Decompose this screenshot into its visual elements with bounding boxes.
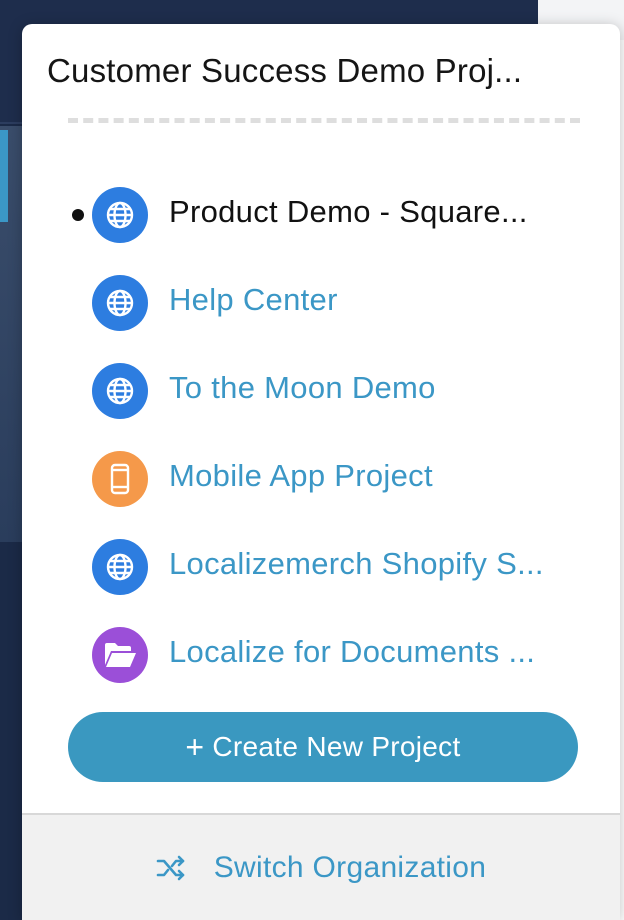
project-item-product-demo[interactable]: Product Demo - Square... (22, 170, 620, 258)
folder-open-icon (92, 627, 148, 683)
globe-icon (92, 275, 148, 331)
plus-icon: + (185, 729, 205, 765)
switch-organization-label: Switch Organization (213, 850, 487, 884)
project-label: Help Center (169, 282, 338, 317)
project-item-localizemerch-shopify[interactable]: Localizemerch Shopify S... (22, 522, 620, 610)
globe-icon (92, 539, 148, 595)
switch-organization-button[interactable]: Switch Organization (22, 813, 620, 920)
active-project-indicator (72, 209, 84, 221)
project-label: To the Moon Demo (169, 370, 436, 405)
create-new-project-label: Create New Project (212, 731, 461, 762)
shuffle-icon (156, 854, 188, 882)
organization-title: Customer Success Demo Proj... (47, 52, 523, 89)
project-label: Product Demo - Square... (169, 194, 528, 229)
divider (68, 118, 580, 123)
create-new-project-button[interactable]: + Create New Project (68, 712, 578, 782)
project-item-localize-for-documents[interactable]: Localize for Documents ... (22, 610, 620, 698)
globe-icon (92, 363, 148, 419)
project-list: Product Demo - Square... Help Center To … (22, 170, 620, 698)
project-item-help-center[interactable]: Help Center (22, 258, 620, 346)
mobile-phone-icon (92, 451, 148, 507)
project-label: Localizemerch Shopify S... (169, 546, 544, 581)
project-label: Localize for Documents ... (169, 634, 536, 669)
app-sidebar-active-indicator (0, 130, 8, 222)
project-switcher-dropdown: Customer Success Demo Proj... Product De… (22, 24, 620, 920)
globe-icon (92, 187, 148, 243)
project-item-mobile-app-project[interactable]: Mobile App Project (22, 434, 620, 522)
project-item-to-the-moon-demo[interactable]: To the Moon Demo (22, 346, 620, 434)
project-label: Mobile App Project (169, 458, 433, 493)
